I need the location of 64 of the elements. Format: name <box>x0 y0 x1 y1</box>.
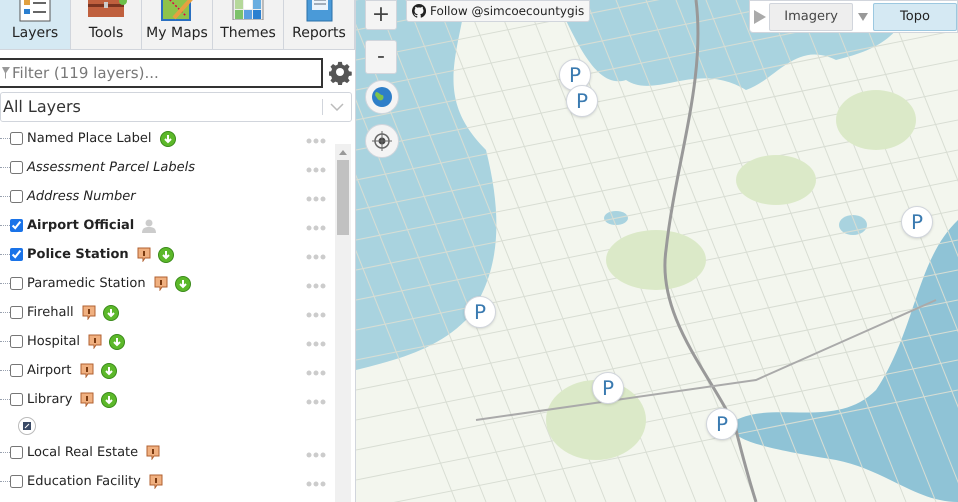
layer-checkbox[interactable] <box>10 219 23 232</box>
layer-name: Named Place Label <box>27 130 152 148</box>
sidebar-tab[interactable]: My Maps <box>142 0 213 49</box>
sidebar-tab[interactable]: Layers <box>0 0 71 49</box>
info-bubble-icon[interactable] <box>88 334 102 349</box>
filter-icon <box>2 67 10 79</box>
basemap-button[interactable]: Topo <box>873 2 957 30</box>
info-bubble-icon[interactable] <box>146 445 160 460</box>
layer-checkbox[interactable] <box>10 306 23 319</box>
info-bubble-icon[interactable] <box>80 392 94 407</box>
zoom-out-button[interactable]: - <box>365 40 397 74</box>
info-bubble-icon[interactable] <box>80 363 94 378</box>
crosshair-icon <box>371 130 393 152</box>
zoom-in-button[interactable]: + <box>365 0 397 30</box>
scrollbar[interactable] <box>335 144 351 502</box>
layer-name: Local Real Estate <box>27 444 138 462</box>
info-bubble-icon[interactable] <box>154 276 168 291</box>
download-icon[interactable] <box>100 362 116 378</box>
basemap-button[interactable]: Imagery <box>769 2 853 30</box>
scrollbar-thumb[interactable] <box>337 160 349 235</box>
download-icon[interactable] <box>101 392 118 408</box>
layer-name: Police Station <box>27 246 129 264</box>
layer-checkbox[interactable] <box>10 364 23 377</box>
layer-checkbox[interactable] <box>10 248 23 261</box>
play-icon[interactable] <box>754 10 766 24</box>
follow-button[interactable]: Follow @simcoecountygis <box>406 0 590 22</box>
download-icon[interactable] <box>102 304 119 320</box>
layer-checkbox[interactable] <box>10 335 23 348</box>
layer-name: Library <box>27 390 72 409</box>
layer-checkbox[interactable] <box>10 277 23 290</box>
settings-icon[interactable] <box>329 61 353 85</box>
layer-checkbox[interactable] <box>10 446 23 459</box>
layer-name: Paramedic Station <box>27 274 146 293</box>
download-icon[interactable] <box>174 276 191 292</box>
layer-name: Education Facility <box>27 472 141 491</box>
download-icon[interactable] <box>109 334 126 350</box>
layer-checkbox[interactable] <box>10 132 23 145</box>
github-cat-icon <box>412 4 426 18</box>
layer-checkbox[interactable] <box>10 190 23 203</box>
info-bubble-icon[interactable] <box>136 247 151 262</box>
layer-name: Assessment Parcel Labels <box>27 158 195 177</box>
sidebar-tab[interactable]: Reports <box>284 0 355 49</box>
layer-checkbox[interactable] <box>10 161 23 174</box>
download-icon[interactable] <box>158 246 174 262</box>
sidebar-tab[interactable]: Tools <box>71 0 142 49</box>
sidebar-tab[interactable]: Themes <box>213 0 284 49</box>
chevron-down-icon <box>330 103 344 111</box>
filter-field[interactable]: Filter (119 layers)... <box>0 58 323 88</box>
layer-name: Firehall <box>27 304 74 322</box>
person-icon <box>142 218 156 232</box>
layer-group-dropdown[interactable]: All Layers <box>0 92 352 122</box>
info-bubble-icon[interactable] <box>82 305 96 320</box>
layer-checkbox[interactable] <box>10 393 23 406</box>
layer-image-icon[interactable] <box>18 417 36 435</box>
info-bubble-icon[interactable] <box>148 474 163 489</box>
download-icon[interactable] <box>160 130 176 146</box>
scroll-up-icon <box>339 150 347 155</box>
layer-name: Airport <box>27 362 72 380</box>
layer-name: Hospital <box>27 332 80 351</box>
dropdown-arrow-icon[interactable] <box>858 12 868 20</box>
globe-icon <box>371 86 393 108</box>
layer-checkbox[interactable] <box>10 475 23 488</box>
layer-name: Address Number <box>27 188 136 206</box>
layer-name: Airport Official <box>27 216 134 235</box>
